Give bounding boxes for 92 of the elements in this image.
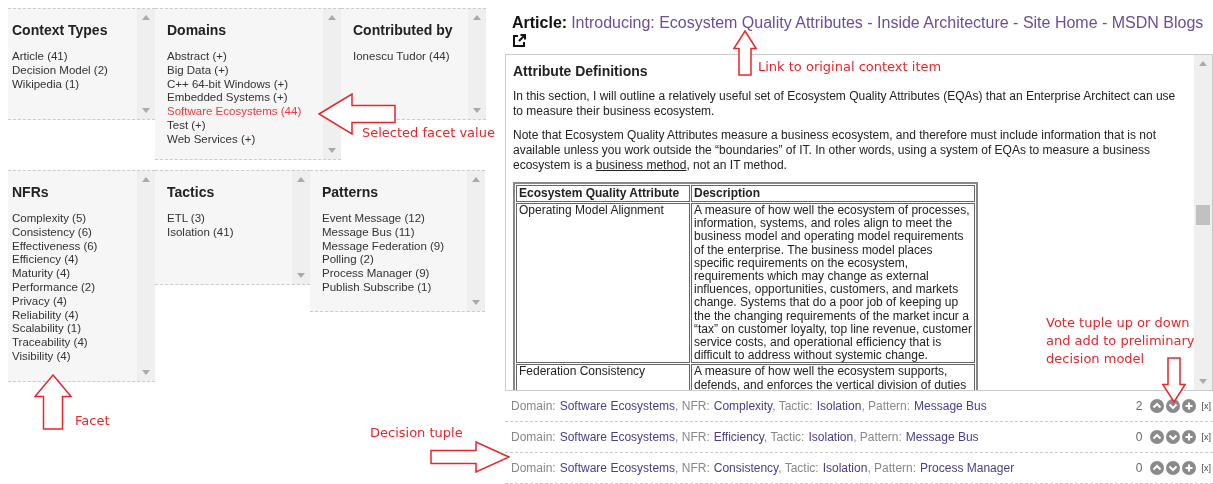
table-cell: A measure of how well the ecosystem supports, defends, and enforces the vertical division of duties <box>691 364 975 390</box>
facet-value[interactable]: Consistency (6) <box>12 225 92 240</box>
facet-title: Contributed by <box>353 22 454 38</box>
tuple-label: , Pattern: <box>867 461 917 475</box>
vote-down-icon[interactable] <box>1166 399 1181 413</box>
facet-value[interactable]: Big Data (+) <box>167 63 229 78</box>
facet-title: Context Types <box>12 22 109 38</box>
facet-title: Tactics <box>167 184 216 200</box>
facet-value[interactable]: Isolation (41) <box>167 225 234 240</box>
vote-down-icon[interactable] <box>1166 461 1181 475</box>
facet-value[interactable]: Message Bus (11) <box>322 225 415 240</box>
add-icon[interactable] <box>1182 430 1197 444</box>
facet-value[interactable]: Traceability (4) <box>12 336 88 350</box>
facet-value[interactable]: C++ 64-bit Windows (+) <box>167 77 289 92</box>
facet-title: Domains <box>167 22 228 38</box>
facet-value[interactable]: Publish Subscribe (1) <box>322 281 432 295</box>
annotation-label: Vote tuple up or down and add to preliminary decision model <box>1046 314 1196 368</box>
facet-value[interactable]: Test (+) <box>167 119 206 133</box>
facet-value[interactable]: Maturity (4) <box>12 267 71 281</box>
annotation-label: Facet <box>75 412 110 430</box>
scrollbar[interactable] <box>137 171 155 381</box>
vote-count: 0 <box>1135 461 1143 475</box>
tuple-label: Domain: <box>511 430 556 444</box>
facet-value[interactable]: Polling (2) <box>322 253 374 268</box>
facet-value[interactable]: Efficiency (4) <box>12 253 79 268</box>
article-link[interactable]: Introducing: Ecosystem Quality Attributes - Inside Architecture - Site Home - MSDN Blogs <box>571 14 1204 31</box>
tuple-label: , Tactic: <box>764 430 805 444</box>
tuple-label: , Pattern: <box>861 399 911 413</box>
facet-value[interactable]: Embedded Systems (+) <box>167 91 288 106</box>
facet-value[interactable]: Performance (2) <box>12 281 96 295</box>
facet-value[interactable]: Message Federation (9) <box>322 239 445 254</box>
scrollbar[interactable] <box>467 171 485 311</box>
tuple-label: Domain: <box>511 461 556 475</box>
tuple-value[interactable]: Message Bus <box>905 430 979 444</box>
facet-value[interactable]: Web Services (+) <box>167 132 256 147</box>
facet-value[interactable]: Effectiveness (6) <box>12 239 98 254</box>
scrollbar[interactable] <box>468 9 486 119</box>
facet-value[interactable]: Event Message (12) <box>322 212 425 226</box>
facet-value[interactable]: Decision Model (2) <box>12 63 108 78</box>
scrollbar[interactable] <box>137 9 155 119</box>
external-link-icon[interactable] <box>512 34 526 48</box>
facet-value[interactable]: Complexity (5) <box>12 212 87 226</box>
facet-value[interactable]: Scalability (1) <box>12 322 82 337</box>
facet-value[interactable]: Ionescu Tudor (44) <box>353 50 450 64</box>
annotation-arrow <box>1162 357 1186 403</box>
vote-down-icon[interactable] <box>1166 430 1181 444</box>
article-heading: Attribute Definitions <box>513 63 648 79</box>
tuple-label: , NFR: <box>675 461 710 475</box>
vote-up-icon[interactable] <box>1150 399 1165 413</box>
vote-count: 2 <box>1135 399 1143 413</box>
tuple-label: , Pattern: <box>853 430 902 444</box>
paragraph: In this section, I will outline a relatively useful set of Ecosystem Quality Attributes (EQAs) that an Enterprise Architect can use to measure their business ecosystem. <box>513 89 1177 119</box>
vote-count: 0 <box>1135 430 1143 444</box>
remove-link[interactable]: [x] <box>1201 401 1211 411</box>
facet-value[interactable]: Abstract (+) <box>167 50 227 64</box>
vote-up-icon[interactable] <box>1150 430 1165 444</box>
facet-value[interactable]: Software Ecosystems (44) <box>167 105 302 119</box>
annotation-label: Decision tuple <box>370 424 463 442</box>
facet-value[interactable]: Privacy (4) <box>12 294 67 309</box>
tuple-label: , NFR: <box>675 399 710 413</box>
table-cell: Federation Consistency <box>516 364 690 390</box>
tuple-label: Domain: <box>511 399 556 413</box>
add-icon[interactable] <box>1182 399 1197 413</box>
facet-title: NFRs <box>12 184 50 200</box>
vote-up-icon[interactable] <box>1150 461 1165 475</box>
facet-value[interactable]: ETL (3) <box>167 212 205 226</box>
tuple-label: , NFR: <box>675 430 710 444</box>
scrollbar[interactable] <box>292 171 310 284</box>
facet-value[interactable]: Reliability (4) <box>12 308 79 323</box>
table-cell: A measure of how well the ecosystem of processes, information, systems, and roles align to meet the business model and operating model requirements of the enterprise. The business model places specific requirements on the ecosystem, requirements which may change as external influences, opportunities, customers, and markets change. Systems that do a poor job of keeping up the the changing requirements of the market incur a “tax” on customer loyalty, top line revenue, customer service costs, and operational efficiency that is difficult to address without systemic change. <box>691 203 975 364</box>
add-icon[interactable] <box>1182 461 1197 475</box>
scrollbar[interactable] <box>1194 55 1212 390</box>
article-label: Article: <box>512 14 568 31</box>
tuple-label: , Tactic: <box>778 461 819 475</box>
table-cell: Operating Model Alignment <box>516 203 690 364</box>
annotation-label: Link to original context item <box>758 58 942 76</box>
facet-value[interactable]: Wikipedia (1) <box>12 77 80 92</box>
remove-link[interactable]: [x] <box>1201 463 1211 473</box>
facet-value[interactable]: Article (41) <box>12 50 68 64</box>
column-header: Description <box>691 185 975 202</box>
tuple-label: , Tactic: <box>772 399 813 413</box>
tuple-value[interactable]: Message Bus <box>914 399 987 413</box>
tuple-value[interactable]: Process Manager <box>920 461 1015 475</box>
column-header: Ecosystem Quality Attribute <box>516 185 690 202</box>
remove-link[interactable]: [x] <box>1201 432 1211 442</box>
annotation-label: Selected facet value <box>362 124 495 142</box>
facet-title: Patterns <box>322 184 380 200</box>
tuple-value[interactable]: Efficiency <box>713 430 764 444</box>
paragraph: Note that Ecosystem Quality Attributes measure a business ecosystem, and therefore must include information that is not available unless you work outside the “boundaries” of IT. In other words, using a system of EQAs to measure a business ecosystem is a business method, not an IT method. <box>513 128 1157 173</box>
annotation-arrow <box>733 30 757 76</box>
facet-value[interactable]: Process Manager (9) <box>322 267 430 281</box>
facet-value[interactable]: Visibility (4) <box>12 349 71 364</box>
